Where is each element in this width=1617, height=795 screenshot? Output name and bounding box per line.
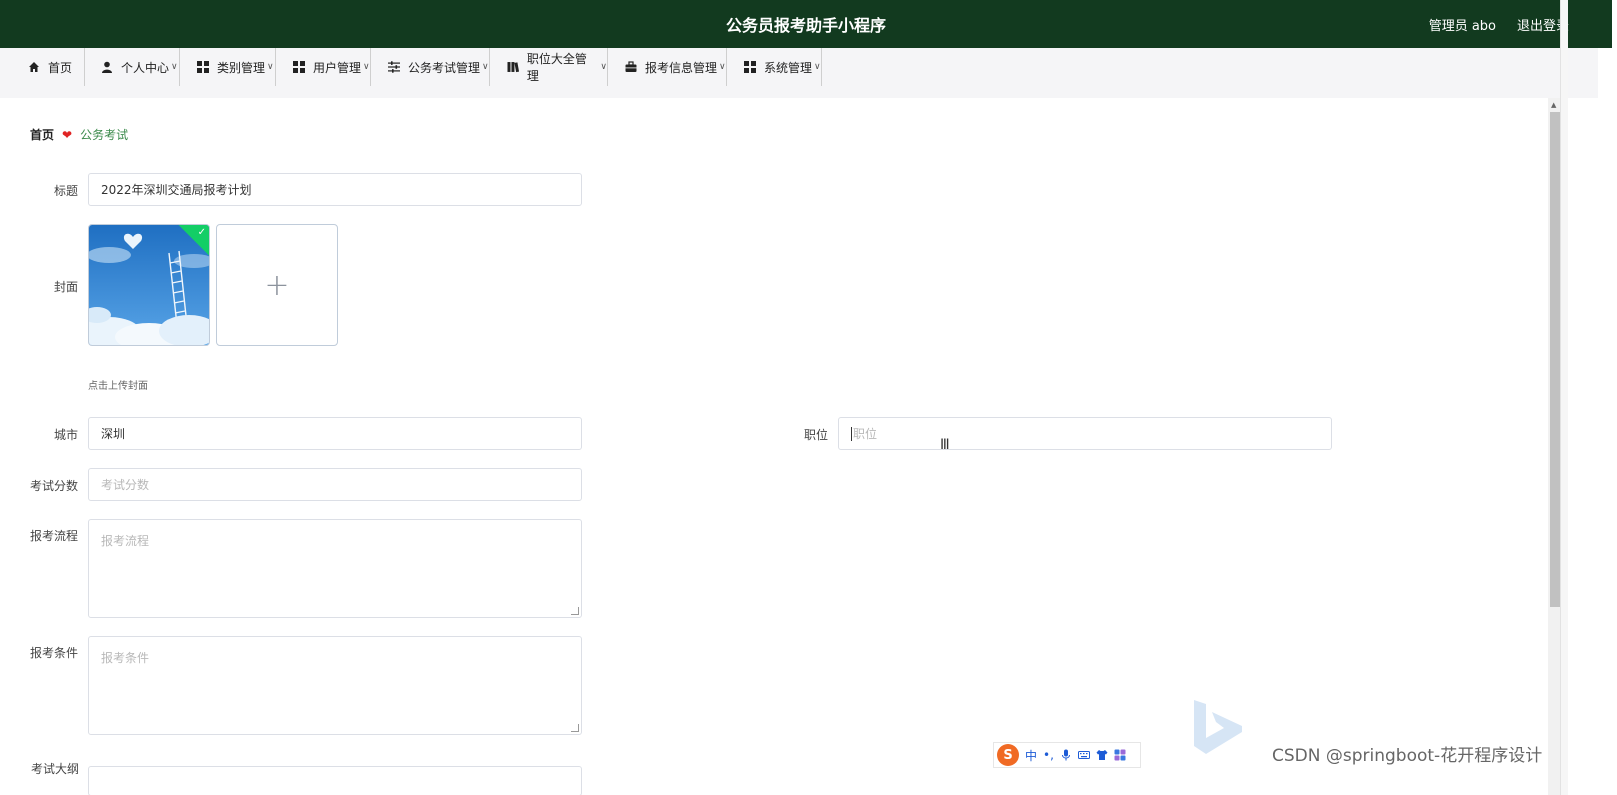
nav-label: 公务考试管理 xyxy=(408,60,481,75)
chevron-down-icon: ∨ xyxy=(267,62,274,72)
grid-icon xyxy=(293,61,305,73)
chevron-down-icon: ∨ xyxy=(719,62,726,72)
score-input[interactable]: 考试分数 xyxy=(88,468,582,501)
sliders-icon xyxy=(388,61,400,73)
breadcrumb-current: 公务考试 xyxy=(80,128,129,142)
city-value: 深圳 xyxy=(101,427,126,441)
top-header: 公务员报考助手小程序 管理员 abo 退出登录 xyxy=(0,0,1612,48)
chevron-down-icon: ∨ xyxy=(814,62,821,72)
upload-cover-button[interactable]: + xyxy=(216,224,338,346)
process-placeholder: 报考流程 xyxy=(101,534,150,548)
chevron-down-icon: ∨ xyxy=(363,62,370,72)
text-caret xyxy=(851,426,852,441)
breadcrumb: 首页 ❤ 公务考试 xyxy=(30,126,128,143)
home-icon xyxy=(29,62,39,72)
conditions-placeholder: 报考条件 xyxy=(101,651,150,665)
conditions-label: 报考条件 xyxy=(29,646,78,660)
nav-label: 系统管理 xyxy=(764,60,813,75)
ime-toolbar: S 中 •, xyxy=(993,742,1141,768)
scroll-up-arrow-icon[interactable]: ▲ xyxy=(1551,101,1556,109)
position-input[interactable]: 职位 xyxy=(838,417,1332,450)
user-icon xyxy=(102,61,112,73)
nav-label: 类别管理 xyxy=(217,60,266,75)
process-textarea[interactable]: 报考流程 xyxy=(88,519,582,618)
city-label: 城市 xyxy=(53,428,78,442)
nav-label: 首页 xyxy=(48,60,73,75)
resize-handle-icon[interactable] xyxy=(571,724,579,732)
title-label: 标题 xyxy=(53,184,78,198)
score-label: 考试分数 xyxy=(29,479,78,493)
nav-item-category-management[interactable]: 类别管理 ∨ xyxy=(180,48,276,86)
nav-label: 用户管理 xyxy=(313,60,362,75)
nav-item-personal-center[interactable]: 个人中心 ∨ xyxy=(85,48,180,86)
plus-icon: + xyxy=(264,267,290,303)
nav-label: 职位大全管理 xyxy=(526,52,587,83)
nav-item-system-management[interactable]: 系统管理 ∨ xyxy=(727,48,822,86)
skin-shirt-icon[interactable] xyxy=(1096,749,1108,761)
main-nav: 首页 个人中心 ∨ 类别管理 ∨ 用户管理 ∨ 公务考试管理 ∨ 职位大全管理 … xyxy=(0,48,1598,98)
ime-mode[interactable]: 中 xyxy=(1025,747,1037,764)
scrollbar-thumb[interactable] xyxy=(1550,112,1560,607)
heart-icon: ❤ xyxy=(62,127,73,142)
grid-icon xyxy=(744,61,756,73)
nav-label: 个人中心 xyxy=(121,60,170,75)
upload-hint: 点击上传封面 xyxy=(88,381,148,392)
breadcrumb-home[interactable]: 首页 xyxy=(30,126,54,143)
punctuation-icon[interactable]: •, xyxy=(1043,748,1054,762)
window-edge xyxy=(1560,0,1568,795)
sogou-logo-icon[interactable]: S xyxy=(997,744,1019,766)
nav-label: 报考信息管理 xyxy=(645,60,718,75)
score-placeholder: 考试分数 xyxy=(101,478,150,492)
nav-item-home[interactable]: 首页 xyxy=(0,48,85,86)
watermark: CSDN @springboot-花开程序设计 xyxy=(1272,746,1543,766)
resize-handle-icon[interactable] xyxy=(571,607,579,615)
position-label: 职位 xyxy=(803,428,828,442)
position-placeholder: 职位 xyxy=(853,427,878,441)
chevron-down-icon: ∨ xyxy=(600,62,607,72)
briefcase-icon xyxy=(625,61,637,72)
check-icon: ✓ xyxy=(197,227,206,238)
apps-grid-icon[interactable] xyxy=(1114,749,1126,761)
nav-item-application-management[interactable]: 报考信息管理 ∨ xyxy=(608,48,727,86)
app-title: 公务员报考助手小程序 xyxy=(725,16,886,35)
microphone-icon[interactable] xyxy=(1060,749,1072,761)
chevron-down-icon: ∨ xyxy=(171,62,178,72)
title-input[interactable]: 2022年深圳交通局报考计划 xyxy=(88,173,582,206)
i-beam-cursor-icon: Ⅲ xyxy=(940,437,950,453)
grid-icon xyxy=(197,61,209,73)
current-user: 管理员 abo xyxy=(1428,19,1496,34)
process-label: 报考流程 xyxy=(29,529,78,543)
book-icon xyxy=(507,62,519,73)
bing-logo-icon xyxy=(1194,700,1242,754)
cover-image xyxy=(89,225,209,345)
nav-item-exam-management[interactable]: 公务考试管理 ∨ xyxy=(371,48,490,86)
outline-label: 考试大纲 xyxy=(31,762,80,776)
cover-label: 封面 xyxy=(53,280,78,294)
nav-item-position-management[interactable]: 职位大全管理 ∨ xyxy=(490,48,608,86)
city-input[interactable]: 深圳 xyxy=(88,417,582,450)
outline-editor[interactable] xyxy=(88,766,582,795)
nav-item-user-management[interactable]: 用户管理 ∨ xyxy=(276,48,371,86)
cover-thumbnail[interactable]: ✓ xyxy=(88,224,210,346)
conditions-textarea[interactable]: 报考条件 xyxy=(88,636,582,735)
title-value: 2022年深圳交通局报考计划 xyxy=(101,183,252,197)
keyboard-icon[interactable] xyxy=(1077,749,1090,761)
chevron-down-icon: ∨ xyxy=(482,62,489,72)
app-window: 公务员报考助手小程序 管理员 abo 退出登录 首页 个人中心 ∨ 类别管理 ∨… xyxy=(0,0,1617,795)
